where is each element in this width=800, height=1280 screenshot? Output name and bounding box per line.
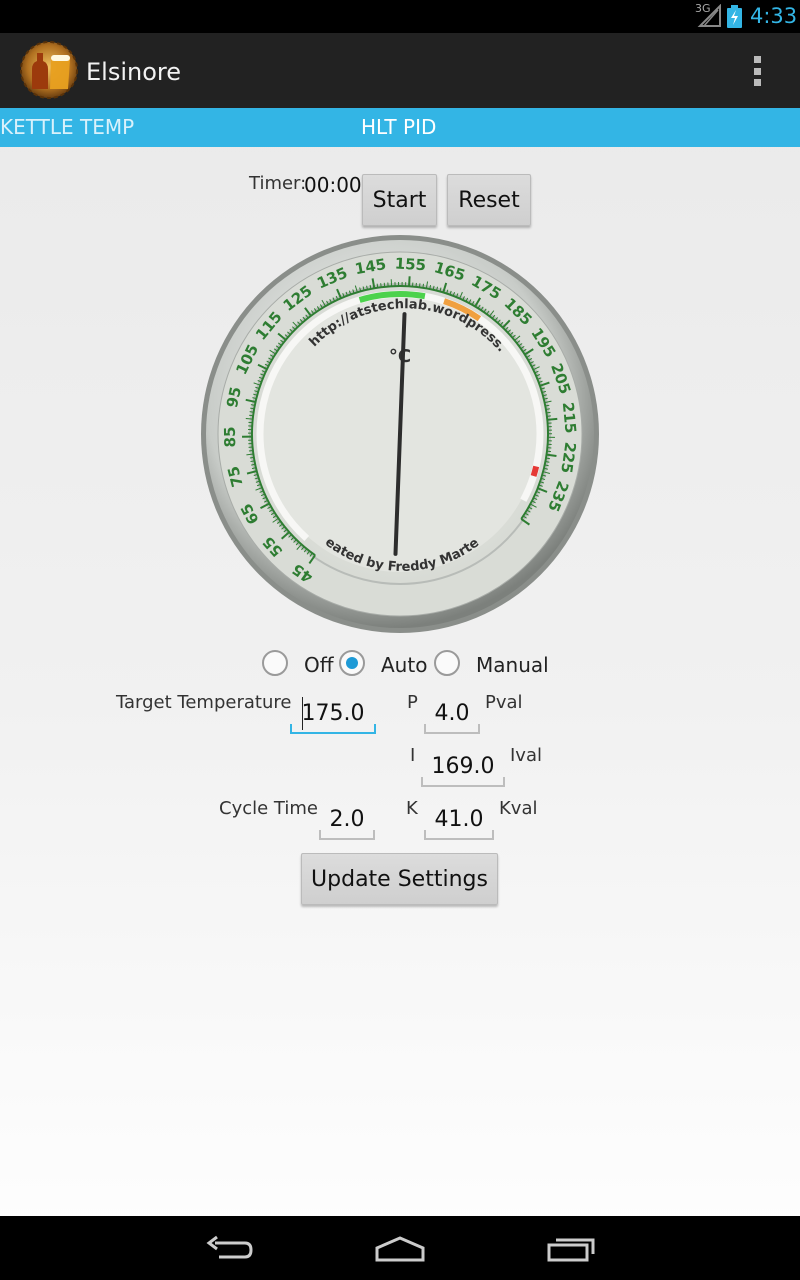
pval-label: Pval bbox=[485, 692, 523, 713]
gauge-tick bbox=[418, 283, 421, 288]
gauge-tick bbox=[546, 411, 551, 414]
gauge-tick-label: 85 bbox=[221, 426, 239, 447]
status-time: 4:33 bbox=[750, 4, 798, 28]
update-settings-button[interactable]: Update Settings bbox=[301, 853, 498, 905]
cycle-time-value: 2.0 bbox=[329, 807, 365, 832]
battery-charging-icon bbox=[727, 5, 742, 28]
gauge-tick-label: 155 bbox=[394, 254, 426, 274]
k-field[interactable]: 41.0 bbox=[424, 800, 494, 840]
p-field[interactable]: 4.0 bbox=[424, 694, 480, 734]
gauge-tick bbox=[380, 283, 382, 288]
timer-value: 00:00 bbox=[304, 173, 362, 197]
gauge-red-mark bbox=[530, 465, 540, 477]
cycle-time-label: Cycle Time bbox=[219, 798, 318, 819]
cycle-time-field[interactable]: 2.0 bbox=[319, 800, 375, 840]
radio-auto-label[interactable]: Auto bbox=[381, 653, 427, 677]
radio-auto[interactable] bbox=[339, 650, 365, 676]
status-bar bbox=[0, 0, 800, 33]
back-icon[interactable] bbox=[205, 1235, 253, 1263]
ival-label: Ival bbox=[510, 745, 542, 766]
gauge-tick bbox=[249, 411, 254, 413]
temperature-gauge: 455565758595105115125135 145 155 1651751851… bbox=[200, 234, 599, 633]
gauge-tick bbox=[250, 407, 255, 410]
gauge-tick bbox=[545, 408, 550, 410]
p-label: P bbox=[407, 692, 418, 713]
home-icon[interactable] bbox=[374, 1236, 426, 1262]
i-value: 169.0 bbox=[431, 754, 495, 779]
beer-bottle-glass-icon[interactable] bbox=[20, 41, 78, 99]
p-value: 4.0 bbox=[434, 701, 470, 726]
gauge-tick bbox=[547, 417, 558, 421]
radio-off[interactable] bbox=[262, 650, 288, 676]
signal-icon bbox=[697, 4, 721, 27]
radio-manual[interactable] bbox=[434, 650, 460, 676]
i-field[interactable]: 169.0 bbox=[421, 747, 505, 787]
gauge-tick bbox=[546, 453, 557, 457]
radio-off-label[interactable]: Off bbox=[304, 653, 334, 677]
start-button[interactable]: Start bbox=[362, 174, 437, 226]
gauge-tick bbox=[376, 283, 379, 288]
gauge-tick bbox=[408, 276, 411, 287]
target-temperature-label: Target Temperature bbox=[116, 692, 292, 713]
overflow-menu-icon[interactable] bbox=[744, 52, 770, 90]
gauge-tick bbox=[245, 417, 253, 420]
gauge-tick bbox=[422, 283, 425, 288]
target-temperature-value: 175.0 bbox=[301, 701, 365, 726]
radio-manual-label[interactable]: Manual bbox=[476, 653, 549, 677]
reset-button[interactable]: Reset bbox=[447, 174, 531, 226]
recents-icon[interactable] bbox=[546, 1236, 596, 1262]
k-label: K bbox=[406, 798, 418, 819]
gauge-tick bbox=[250, 460, 255, 463]
kval-label: Kval bbox=[499, 798, 538, 819]
gauge-tick bbox=[545, 457, 551, 460]
text-cursor bbox=[302, 697, 303, 730]
gauge-tick-label: 215 bbox=[559, 401, 580, 434]
timer-label: Timer: bbox=[249, 173, 307, 194]
tab-kettle-temp[interactable]: KETTLE TEMP bbox=[0, 115, 134, 139]
k-value: 41.0 bbox=[434, 807, 484, 832]
tab-hlt-pid[interactable]: HLT PID bbox=[361, 115, 436, 139]
app-title: Elsinore bbox=[86, 58, 182, 86]
gauge-unit: °C bbox=[389, 346, 411, 367]
gauge-tick bbox=[249, 456, 254, 459]
i-label: I bbox=[410, 745, 416, 766]
